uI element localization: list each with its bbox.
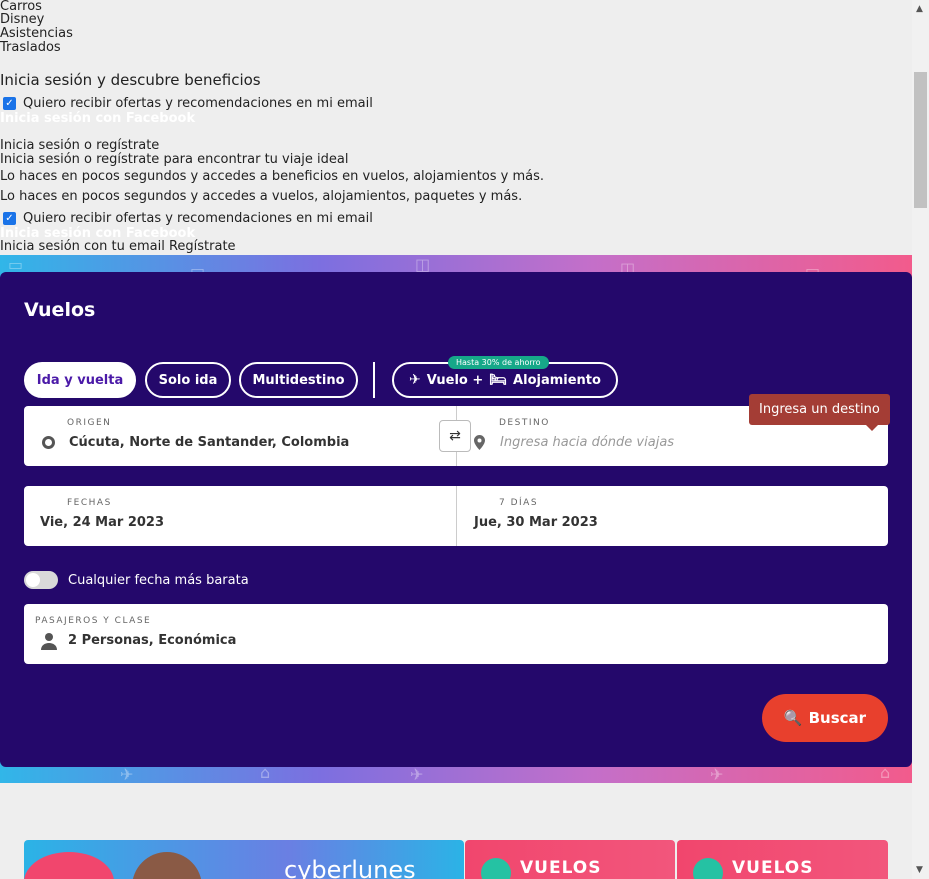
dates-label: FECHAS [67,498,112,508]
offers-checkbox-label-2: Quiero recibir ofertas y recomendaciones… [23,211,373,226]
benefits-text-1: Lo haces en pocos segundos y accedes a b… [0,169,545,184]
nav-link-asistencias[interactable]: Asistencias [0,27,73,41]
offers-checkbox-label: Quiero recibir ofertas y recomendaciones… [23,96,373,111]
combo-flight-label: Vuelo + [426,372,484,388]
trip-type-divider [373,362,375,398]
combo-stay-label: Alojamiento [513,372,601,388]
email-login-link[interactable]: Inicia sesión con tu email Regístrate [0,240,236,254]
page-scrollbar[interactable]: ▲ ▼ [912,0,929,879]
trip-type-one-way[interactable]: Solo ida [145,362,231,398]
plane-icon: ✈ [410,765,424,784]
return-date-value[interactable]: Jue, 30 Mar 2023 [474,515,598,530]
nav-link-disney[interactable]: Disney [0,13,44,27]
depart-date-field[interactable]: FECHAS Vie, 24 Mar 2023 [24,486,456,546]
bed-icon: 🛏 [489,372,508,388]
origin-circle-icon [42,436,55,449]
trip-type-round-trip[interactable]: Ida y vuelta [24,362,136,398]
search-button-label: Buscar [808,709,867,727]
dates-row: FECHAS Vie, 24 Mar 2023 7 DÍAS Jue, 30 M… [24,486,888,546]
flight-search-card: Vuelos Ida y vuelta Solo ida Multidestin… [0,272,912,767]
login-subtitle: Inicia sesión o regístrate para encontra… [0,152,349,167]
promo-decor [24,852,114,879]
promo-banner-vuelos-2[interactable]: VUELOS [677,840,888,879]
promo-banner-vuelos-1[interactable]: VUELOS [465,840,675,879]
cheapest-date-label: Cualquier fecha más barata [68,573,249,588]
location-pin-icon [474,435,485,450]
return-date-field[interactable]: 7 DÍAS Jue, 30 Mar 2023 [457,486,888,546]
promo-title: VUELOS [520,858,602,878]
promo-banner-cyberlunes[interactable]: cyberlunes [24,840,464,879]
plane-icon: ✈ [710,765,724,784]
destination-label: DESTINO [499,418,550,428]
nav-link-traslados[interactable]: Traslados [0,41,61,55]
origin-field[interactable]: ORIGEN Cúcuta, Norte de Santander, Colom… [24,406,456,466]
offers-checkbox-2[interactable]: ✓ Quiero recibir ofertas y recomendacion… [3,211,373,226]
destination-tooltip: Ingresa un destino [749,394,890,431]
scroll-down-icon[interactable]: ▼ [916,865,923,875]
benefits-text-2: Lo haces en pocos segundos y accedes a v… [0,189,523,204]
toggle-knob [26,573,40,587]
passengers-field[interactable]: PASAJEROS Y CLASE 2 Personas, Económica [24,604,888,664]
offers-checkbox[interactable]: ✓ Quiero recibir ofertas y recomendacion… [3,96,373,111]
cheapest-date-toggle[interactable] [24,571,58,589]
savings-badge: Hasta 30% de ahorro [448,356,549,369]
facebook-login-link[interactable]: Inicia sesión con Facebook [0,111,195,126]
origin-label: ORIGEN [67,418,112,428]
origin-value[interactable]: Cúcuta, Norte de Santander, Colombia [69,435,349,450]
checkmark-icon: ✓ [3,212,16,225]
promo-title: VUELOS [732,858,814,878]
passengers-label: PASAJEROS Y CLASE [35,616,152,626]
checkmark-icon: ✓ [3,97,16,110]
search-button[interactable]: 🔍 Buscar [762,694,888,742]
trip-length-label: 7 DÍAS [499,498,539,508]
promo-person-image [132,852,202,879]
scrollbar-thumb[interactable] [914,72,927,208]
cyberlunes-logo: cyberlunes [284,856,416,879]
plane-icon: ✈ [120,765,134,784]
search-icon: 🔍 [783,709,803,727]
depart-date-value[interactable]: Vie, 24 Mar 2023 [40,515,164,530]
passengers-value[interactable]: 2 Personas, Económica [68,633,236,648]
trip-type-multidestination[interactable]: Multidestino [239,362,358,398]
plane-icon [481,858,511,879]
login-title: Inicia sesión o regístrate [0,138,160,153]
search-title: Vuelos [24,299,96,321]
destination-input[interactable]: Ingresa hacia dónde viajas [500,435,674,450]
plane-icon [693,858,723,879]
person-icon [41,633,57,650]
plane-icon: ✈ [409,372,421,388]
scroll-up-icon[interactable]: ▲ [916,4,923,14]
benefits-heading: Inicia sesión y descubre beneficios [0,71,261,89]
